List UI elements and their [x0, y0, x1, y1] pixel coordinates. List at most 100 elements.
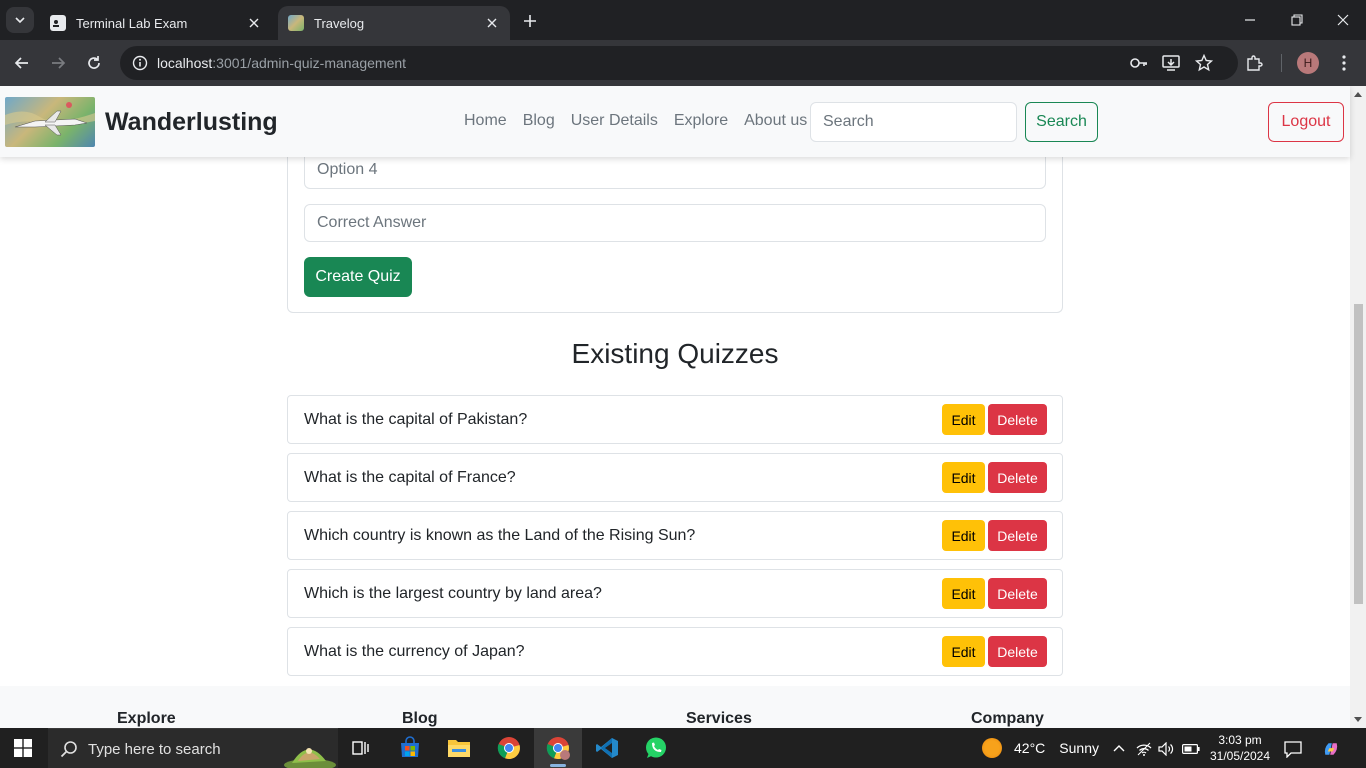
search-icon — [60, 741, 77, 758]
reload-button[interactable] — [82, 51, 106, 75]
minimize-icon — [1245, 19, 1255, 21]
site-info-icon[interactable] — [128, 51, 152, 75]
arrow-right-icon — [52, 57, 66, 69]
nav-link-explore[interactable]: Explore — [674, 112, 728, 130]
task-view-icon[interactable] — [346, 734, 374, 762]
tab-terminal-lab-exam[interactable]: Terminal Lab Exam — [40, 6, 272, 40]
profile-avatar[interactable]: H — [1297, 52, 1319, 74]
chevron-down-icon — [15, 17, 25, 24]
password-key-icon[interactable] — [1128, 52, 1150, 74]
windows-taskbar: Type here to search 42°C Sunny 3:03 pm 3… — [0, 728, 1366, 768]
puzzle-icon — [1247, 55, 1263, 71]
install-app-icon[interactable] — [1160, 52, 1182, 74]
browser-menu-button[interactable] — [1332, 51, 1356, 75]
url-text: localhost:3001/admin-quiz-management — [157, 55, 406, 71]
create-quiz-button[interactable]: Create Quiz — [304, 257, 412, 297]
edit-quiz-button[interactable]: Edit — [942, 462, 985, 493]
edit-quiz-button[interactable]: Edit — [942, 578, 985, 609]
url-path: :3001/admin-quiz-management — [212, 55, 407, 71]
wifi-icon[interactable] — [1135, 740, 1153, 758]
delete-quiz-button[interactable]: Delete — [988, 578, 1047, 609]
new-tab-button[interactable] — [518, 9, 542, 33]
site-navbar: Wanderlusting Home Blog User Details Exp… — [0, 86, 1350, 157]
toolbar-divider — [1281, 54, 1282, 72]
weather-temperature: 42°C — [1014, 740, 1046, 756]
nav-link-home[interactable]: Home — [464, 112, 507, 130]
quiz-list-item: What is the capital of Pakistan? Edit De… — [287, 395, 1063, 444]
extensions-button[interactable] — [1242, 51, 1266, 75]
tab-search-button[interactable] — [6, 7, 34, 33]
tab-title: Terminal Lab Exam — [76, 15, 188, 31]
nav-link-user-details[interactable]: User Details — [571, 112, 658, 130]
bookmark-star-icon[interactable] — [1193, 52, 1215, 74]
restore-icon — [1291, 14, 1303, 26]
tab-travelog[interactable]: Travelog — [278, 6, 510, 40]
edit-quiz-button[interactable]: Edit — [942, 404, 985, 435]
logout-button[interactable]: Logout — [1268, 102, 1344, 142]
edit-quiz-button[interactable]: Edit — [942, 520, 985, 551]
scrollbar-thumb[interactable] — [1354, 304, 1363, 604]
clock-date: 31/05/2024 — [1209, 749, 1271, 763]
reload-icon — [88, 56, 100, 69]
delete-quiz-button[interactable]: Delete — [988, 404, 1047, 435]
search-button[interactable]: Search — [1025, 102, 1098, 142]
edit-quiz-button[interactable]: Edit — [942, 636, 985, 667]
address-bar[interactable]: localhost:3001/admin-quiz-management — [120, 46, 1238, 80]
page-scrollbar[interactable] — [1350, 86, 1366, 728]
existing-quizzes-heading: Existing Quizzes — [571, 338, 779, 369]
quiz-question: Which country is known as the Land of th… — [304, 527, 696, 544]
google-chrome-profile-icon[interactable] — [544, 734, 572, 762]
travelog-favicon-icon — [288, 15, 304, 31]
restore-button[interactable] — [1285, 8, 1309, 32]
quiz-question: What is the capital of France? — [304, 469, 516, 486]
terminal-favicon-icon — [50, 15, 66, 31]
delete-quiz-button[interactable]: Delete — [988, 636, 1047, 667]
file-explorer-icon[interactable] — [445, 734, 473, 762]
brand-logo-image[interactable] — [5, 97, 95, 147]
close-icon[interactable] — [484, 15, 500, 31]
tab-title: Travelog — [314, 15, 365, 31]
close-icon[interactable] — [246, 15, 262, 31]
show-hidden-icons-chevron-up-icon[interactable] — [1110, 740, 1128, 758]
minimize-button[interactable] — [1238, 8, 1262, 32]
search-highlight-illustration-icon — [284, 748, 336, 768]
browser-toolbar: localhost:3001/admin-quiz-management H — [0, 40, 1366, 86]
taskbar-clock[interactable]: 3:03 pm 31/05/2024 — [1206, 732, 1274, 764]
taskbar-search-box[interactable]: Type here to search — [48, 728, 338, 768]
volume-icon[interactable] — [1157, 740, 1175, 758]
quiz-question: Which is the largest country by land are… — [304, 585, 602, 602]
correct-answer-input[interactable] — [304, 204, 1046, 242]
quiz-question: What is the capital of Pakistan? — [304, 411, 528, 428]
windows-start-icon[interactable] — [14, 739, 32, 757]
notifications-icon[interactable] — [1284, 740, 1302, 758]
kebab-menu-icon — [1342, 55, 1346, 71]
close-window-button[interactable] — [1331, 8, 1355, 32]
battery-icon[interactable] — [1182, 740, 1200, 758]
nav-link-blog[interactable]: Blog — [523, 112, 555, 130]
clock-time: 3:03 pm — [1218, 733, 1262, 747]
brand-name[interactable]: Wanderlusting — [105, 108, 278, 137]
delete-quiz-button[interactable]: Delete — [988, 462, 1047, 493]
nav-links: Home Blog User Details Explore About us — [464, 112, 807, 130]
browser-tab-strip: Terminal Lab Exam Travelog — [0, 0, 1366, 40]
taskbar-search-placeholder: Type here to search — [88, 741, 221, 758]
copilot-icon[interactable] — [1322, 740, 1340, 758]
search-input[interactable] — [810, 102, 1017, 142]
plus-icon — [524, 15, 536, 27]
close-icon — [1337, 14, 1349, 26]
forward-button[interactable] — [46, 51, 70, 75]
quiz-list-item: Which is the largest country by land are… — [287, 569, 1063, 618]
microsoft-store-icon[interactable] — [396, 734, 424, 762]
scroll-down-icon[interactable] — [1354, 717, 1362, 722]
quiz-list-item: Which country is known as the Land of th… — [287, 511, 1063, 560]
quiz-list-item: What is the currency of Japan? Edit Dele… — [287, 627, 1063, 676]
back-button[interactable] — [10, 51, 34, 75]
whatsapp-icon[interactable] — [642, 734, 670, 762]
scroll-up-icon[interactable] — [1354, 92, 1362, 97]
nav-link-about-us[interactable]: About us — [744, 112, 807, 130]
page-viewport: Wanderlusting Home Blog User Details Exp… — [0, 86, 1366, 728]
vscode-icon[interactable] — [593, 734, 621, 762]
delete-quiz-button[interactable]: Delete — [988, 520, 1047, 551]
google-chrome-icon[interactable] — [495, 734, 523, 762]
weather-widget[interactable]: 42°C Sunny — [982, 738, 1099, 758]
